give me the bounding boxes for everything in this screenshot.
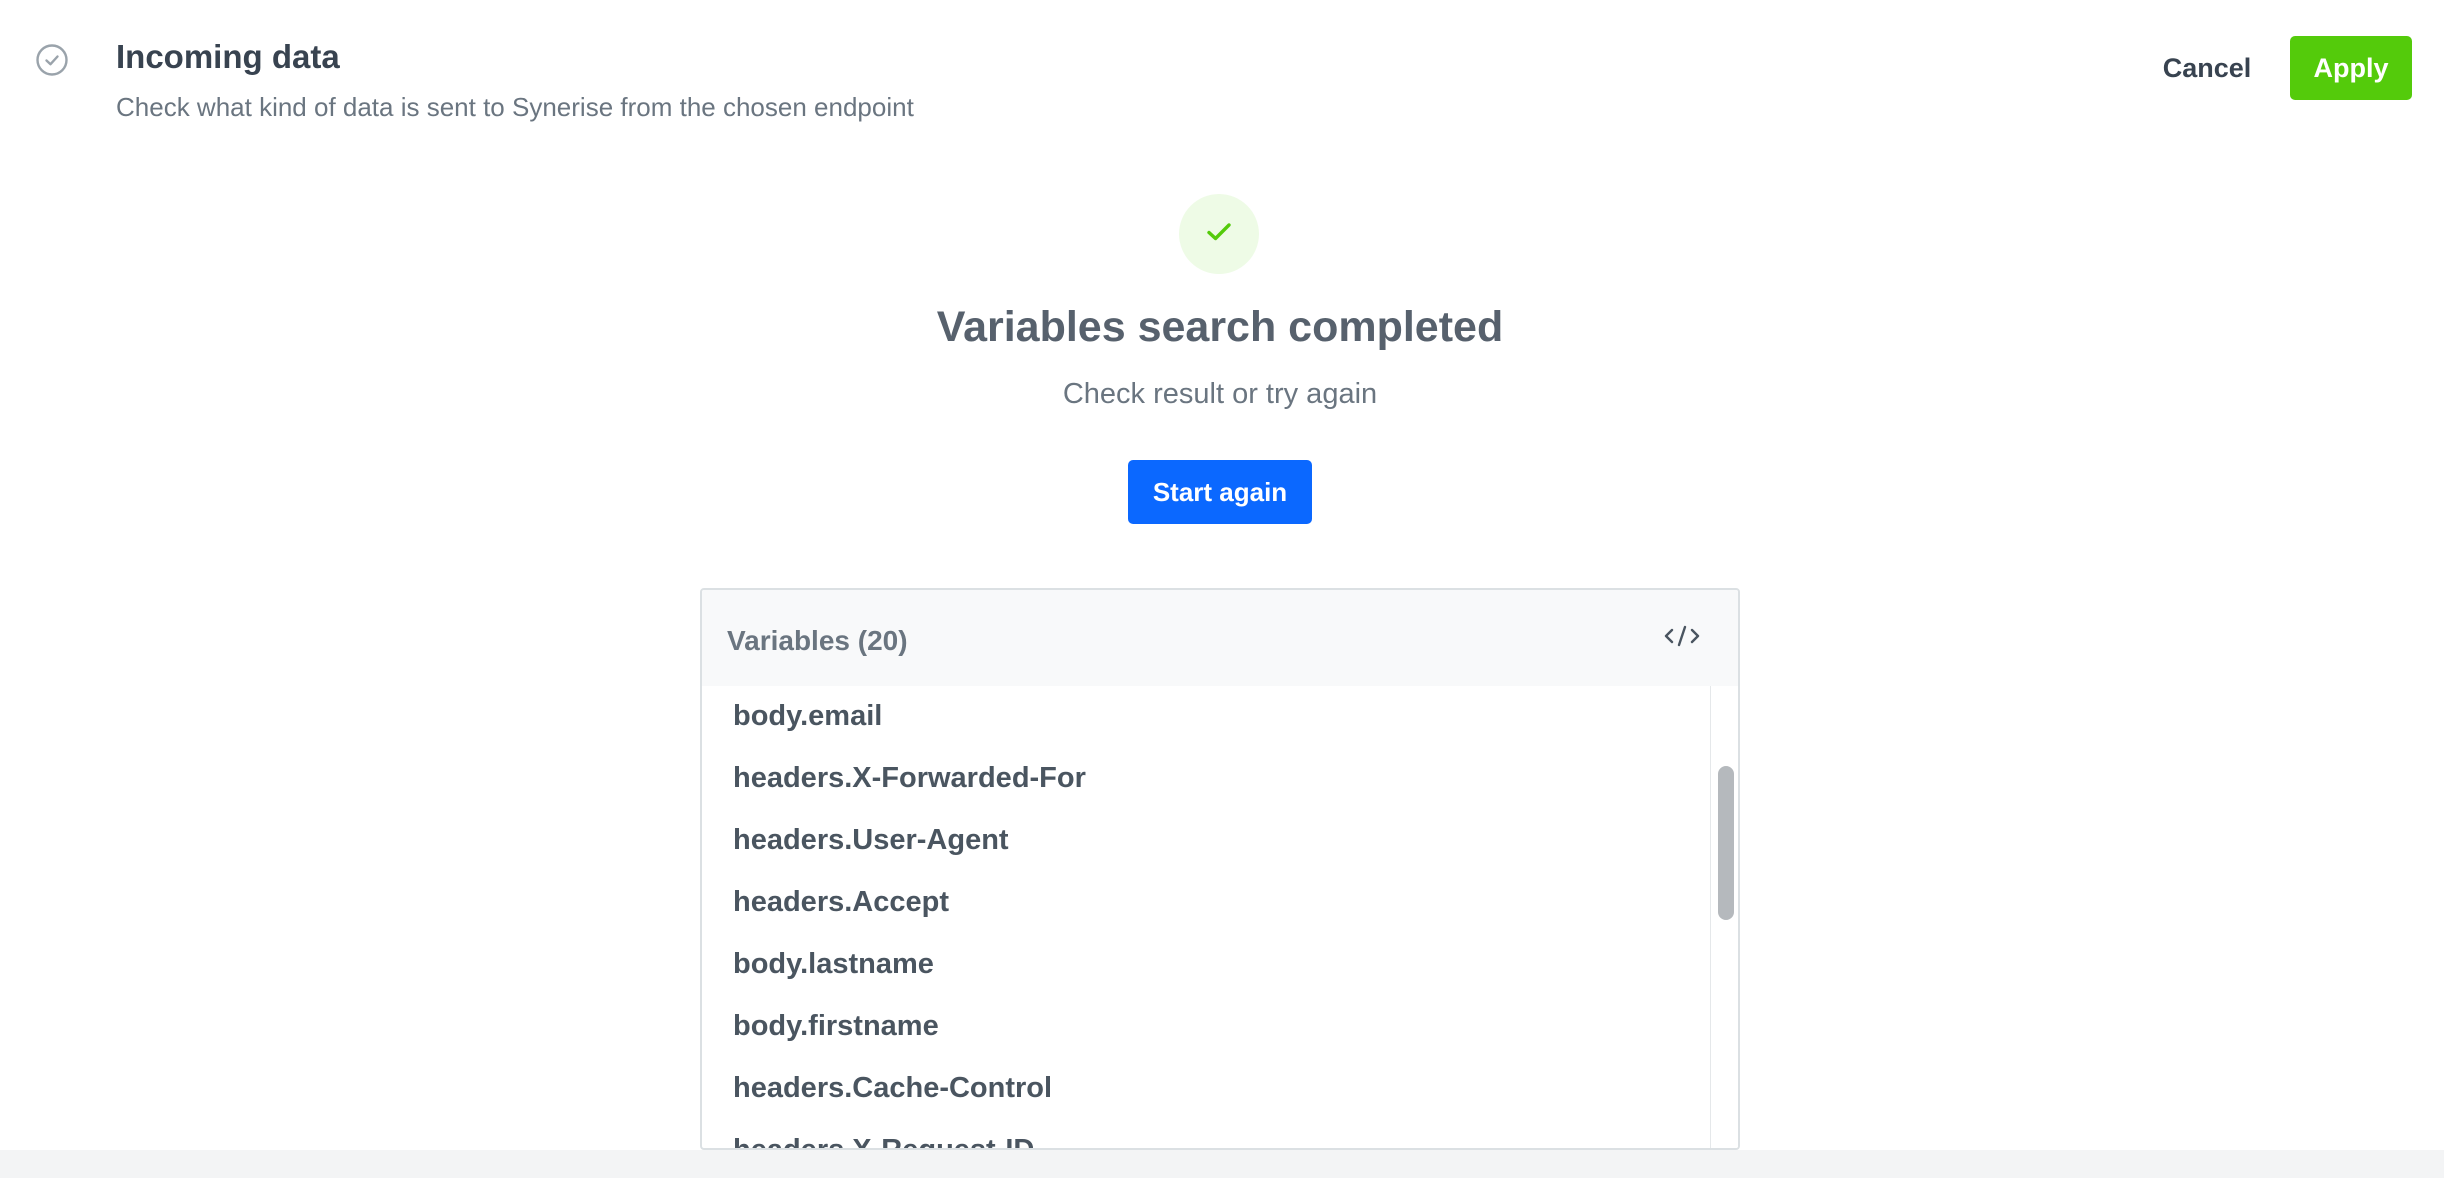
apply-button[interactable]: Apply bbox=[2290, 36, 2412, 100]
start-again-button[interactable]: Start again bbox=[1128, 460, 1312, 524]
list-item[interactable]: headers.User-Agent bbox=[702, 809, 1710, 871]
cancel-button[interactable]: Cancel bbox=[2150, 36, 2264, 100]
page-title: Incoming data bbox=[116, 38, 340, 75]
bottom-bar bbox=[0, 1150, 2444, 1178]
list-item[interactable]: headers.Cache-Control bbox=[702, 1057, 1710, 1119]
status-subtitle: Check result or try again bbox=[1062, 378, 1378, 410]
variables-panel: Variables (20) body.email headers.X-Forw… bbox=[700, 588, 1740, 1150]
check-icon bbox=[1204, 220, 1234, 249]
page: Incoming data Check what kind of data is… bbox=[0, 0, 2444, 1178]
code-icon bbox=[1664, 624, 1700, 653]
variables-list: body.email headers.X-Forwarded-For heade… bbox=[702, 686, 1710, 1148]
list-item[interactable]: body.lastname bbox=[702, 933, 1710, 995]
page-subtitle: Check what kind of data is sent to Syner… bbox=[116, 92, 914, 122]
variables-title: Variables (20) bbox=[727, 625, 908, 656]
check-circle-icon bbox=[35, 43, 69, 77]
scrollbar-thumb[interactable] bbox=[1718, 766, 1734, 920]
code-view-button[interactable] bbox=[1658, 614, 1706, 662]
status-title: Variables search completed bbox=[936, 303, 1504, 351]
list-item[interactable]: headers.X-Forwarded-For bbox=[702, 747, 1710, 809]
variables-panel-header: Variables (20) bbox=[702, 590, 1738, 686]
list-item[interactable]: body.email bbox=[702, 686, 1710, 747]
header: Incoming data Check what kind of data is… bbox=[0, 0, 2444, 140]
scrollbar[interactable] bbox=[1710, 686, 1738, 1148]
success-badge bbox=[1179, 194, 1259, 274]
list-item[interactable]: headers.Accept bbox=[702, 871, 1710, 933]
list-item[interactable]: body.firstname bbox=[702, 995, 1710, 1057]
list-item[interactable]: headers.X-Request-ID bbox=[702, 1119, 1710, 1148]
